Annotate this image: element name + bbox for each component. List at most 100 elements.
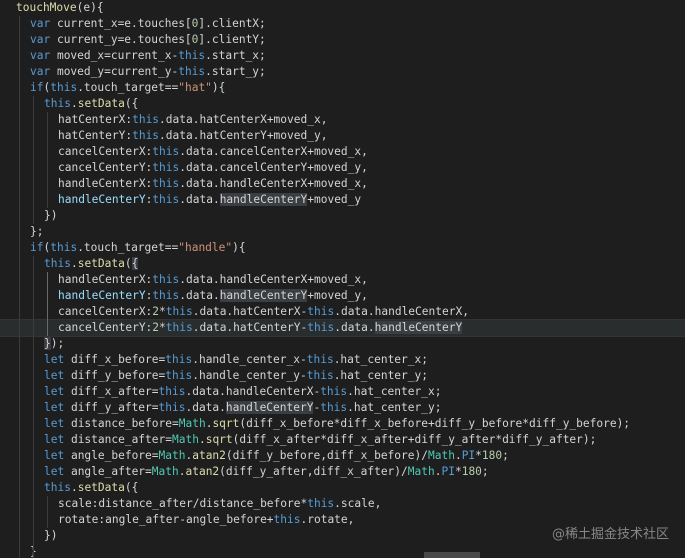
code-token: handleCenterY (58, 289, 146, 302)
code-token: scale:distance_after/distance_before* (58, 497, 308, 510)
code-line[interactable]: touchMove(e){ (0, 0, 685, 16)
code-token: this (273, 513, 301, 526)
code-token: this (44, 97, 71, 110)
code-line[interactable]: }); (0, 336, 685, 352)
code-token: cancelCenterX: (58, 305, 153, 318)
code-token: let (44, 465, 65, 478)
code-line[interactable]: }) (0, 208, 685, 224)
code-line[interactable]: var current_y=e.touches[0].clientY; (0, 32, 685, 48)
code-token: .data. (185, 401, 226, 414)
code-token: "handle" (178, 241, 233, 254)
code-token: var (30, 65, 51, 78)
code-token: diff_x_before= (64, 353, 166, 366)
code-token: .hat_center_x; (333, 353, 428, 366)
code-token: this (158, 385, 186, 398)
code-line[interactable]: var moved_y=current_y-this.start_y; (0, 64, 685, 80)
code-line[interactable]: var moved_x=current_x-this.start_x; (0, 48, 685, 64)
code-token: hatCenterX: (58, 113, 133, 126)
code-token: (diff_y_after,diff_x_after)/ (219, 465, 408, 478)
code-token: angle_before= (64, 449, 159, 462)
code-text: var moved_y=current_y-this.start_y; (30, 64, 266, 80)
code-token: this (44, 481, 71, 494)
highlighted-token: handleCenterY (225, 401, 314, 414)
code-text: let diff_y_before=this.handle_center_y-t… (44, 368, 428, 384)
code-text: handleCenterX:this.data.handleCenterX+mo… (58, 176, 368, 192)
code-token: handleCenterY (58, 193, 146, 206)
code-line[interactable]: let diff_y_after=this.data.handleCenterY… (0, 400, 685, 416)
code-line[interactable]: hatCenterY:this.data.hatCenterY+moved_y, (0, 128, 685, 144)
code-token: let (44, 449, 65, 462)
code-text: cancelCenterX:this.data.cancelCenterX+mo… (58, 144, 368, 160)
code-token: let (44, 353, 65, 366)
code-token: current_y=e.touches[ (50, 33, 192, 46)
code-line[interactable]: let angle_before=Math.atan2(diff_y_befor… (0, 448, 685, 464)
code-line[interactable]: cancelCenterY:2*this.data.hatCenterY-thi… (0, 319, 685, 337)
code-token: diff_y_after= (64, 401, 159, 414)
code-line[interactable]: cancelCenterX:this.data.cancelCenterX+mo… (0, 144, 685, 160)
code-line[interactable]: }; (0, 224, 685, 240)
code-line[interactable]: if(this.touch_target=="handle"){ (0, 240, 685, 256)
indent-guide (33, 256, 34, 558)
code-token: current_x=e.touches[ (50, 17, 192, 30)
code-token: atan2 (185, 465, 220, 478)
code-line[interactable]: var current_x=e.touches[0].clientX; (0, 16, 685, 32)
code-token: this (152, 177, 180, 190)
code-line[interactable]: hatCenterX:this.data.hatCenterX+moved_x, (0, 112, 685, 128)
code-text: let angle_after=Math.atan2(diff_y_after,… (44, 464, 489, 480)
code-token: .data.cancelCenterY+moved_y, (179, 161, 368, 174)
code-line[interactable]: let diff_x_before=this.handle_center_x-t… (0, 352, 685, 368)
code-token: .data.hatCenterY+moved_y, (159, 129, 328, 142)
indent-guide (47, 272, 48, 336)
code-line[interactable]: cancelCenterX:2*this.data.hatCenterX-thi… (0, 304, 685, 320)
code-line[interactable]: } (0, 544, 685, 558)
code-token: let (44, 433, 65, 446)
code-token: var (30, 17, 51, 30)
code-token: ({ (124, 481, 139, 494)
code-line[interactable]: handleCenterY:this.data.handleCenterY+mo… (0, 192, 685, 208)
watermark: @稀土掘金技术社区 (551, 527, 669, 542)
code-token: Math (172, 433, 199, 446)
code-token: . (454, 449, 462, 462)
code-token: rotate:angle_after-angle_before+ (58, 513, 274, 526)
code-line[interactable]: let angle_after=Math.atan2(diff_y_after,… (0, 464, 685, 480)
code-line[interactable]: handleCenterX:this.data.handleCenterX+mo… (0, 176, 685, 192)
code-token: diff_x_after= (64, 385, 159, 398)
code-text: }) (44, 528, 57, 544)
code-token: .data.handleCenterX, (334, 305, 469, 318)
code-line[interactable]: handleCenterX:this.data.handleCenterX+mo… (0, 272, 685, 288)
code-line[interactable]: let distance_after=Math.sqrt(diff_x_afte… (0, 432, 685, 448)
code-token: this (165, 305, 193, 318)
code-text: }) (44, 208, 57, 224)
code-token: . (198, 433, 206, 446)
code-line[interactable]: this.setData({ (0, 96, 685, 112)
code-line[interactable]: let diff_x_after=this.data.handleCenterX… (0, 384, 685, 400)
code-token: distance_after= (64, 433, 172, 446)
code-token: distance_before= (64, 417, 179, 430)
code-token: if (30, 81, 44, 94)
code-text: handleCenterY:this.data.handleCenterY+mo… (58, 288, 368, 304)
code-line[interactable]: let distance_before=Math.sqrt(diff_x_bef… (0, 416, 685, 432)
code-token: let (44, 417, 65, 430)
code-token: .data.handleCenterX- (185, 385, 321, 398)
code-line[interactable]: cancelCenterY:this.data.cancelCenterY+mo… (0, 160, 685, 176)
code-token: this (178, 49, 206, 62)
code-token: this (44, 257, 71, 270)
code-line[interactable]: scale:distance_after/distance_before*thi… (0, 496, 685, 512)
code-token: (e){ (76, 1, 104, 14)
code-token: ].clientX; (198, 17, 266, 30)
indent-guide (33, 96, 34, 224)
code-editor[interactable]: touchMove(e){var current_x=e.touches[0].… (0, 0, 685, 558)
code-text: let distance_after=Math.sqrt(diff_x_afte… (44, 432, 596, 448)
code-line[interactable]: if(this.touch_target=="hat"){ (0, 80, 685, 96)
horizontal-scrollbar[interactable] (424, 552, 480, 558)
code-text: let diff_y_after=this.data.handleCenterY… (44, 400, 441, 416)
code-token: }; (30, 225, 44, 238)
code-line[interactable]: this.setData({ (0, 256, 685, 272)
code-line[interactable]: handleCenterY:this.data.handleCenterY+mo… (0, 288, 685, 304)
code-token: * (454, 465, 462, 478)
code-token: .start_y; (205, 65, 266, 78)
code-token: this (152, 289, 180, 302)
code-line[interactable]: this.setData({ (0, 480, 685, 496)
code-text: handleCenterX:this.data.handleCenterX+mo… (58, 272, 368, 288)
code-line[interactable]: let diff_y_before=this.handle_center_y-t… (0, 368, 685, 384)
